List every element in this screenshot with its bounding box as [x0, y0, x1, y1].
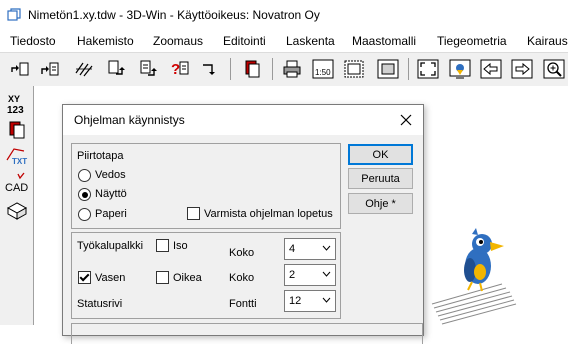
toolbar-separator	[408, 58, 409, 80]
window-title: Nimetön1.xy.tdw - 3D-Win - Käyttöoikeus:…	[28, 8, 320, 22]
help-icon[interactable]: ?	[168, 57, 192, 81]
tyokalupalkki-label: Työkalupalkki	[77, 240, 144, 252]
radio-vedos-label: Vedos	[95, 169, 126, 181]
statusrivi-label: Statusrivi	[77, 298, 123, 310]
menu-kairaus[interactable]: Kairaus	[527, 34, 568, 48]
toolbar-separator	[272, 58, 273, 80]
save-icon[interactable]	[104, 57, 128, 81]
svg-text:CAD: CAD	[5, 182, 28, 194]
chevron-down-icon	[322, 245, 331, 251]
koko-select[interactable]: 4	[284, 238, 336, 260]
text-icon[interactable]: TXT	[4, 144, 30, 168]
tyokalupalkki-group: Työkalupalkki Iso Koko 4 Vasen Oikea Kok…	[71, 232, 341, 319]
piirtotapa-group: Piirtotapa Vedos Näyttö Paperi Varmista …	[71, 143, 341, 229]
fontti-select[interactable]: 12	[284, 290, 336, 312]
toolbar: ? 1:50	[0, 52, 568, 87]
open-icon[interactable]	[8, 57, 32, 81]
export-icon[interactable]	[198, 57, 222, 81]
box-icon[interactable]	[4, 198, 30, 222]
chevron-down-icon	[322, 271, 331, 277]
arrow-left-icon[interactable]	[479, 57, 503, 81]
startup-dialog: Ohjelman käynnistys Piirtotapa Vedos Näy…	[62, 104, 424, 344]
toolbar-separator	[230, 58, 231, 80]
menu-zoomaus[interactable]: Zoomaus	[153, 34, 203, 48]
svg-text:TXT: TXT	[12, 157, 27, 166]
close-icon[interactable]	[397, 111, 415, 129]
zoom-extents-icon[interactable]	[416, 57, 440, 81]
iso-label: Iso	[173, 240, 188, 252]
radio-paperi[interactable]	[78, 208, 91, 221]
menu-laskenta[interactable]: Laskenta	[286, 34, 335, 48]
dialog-title-bar: Ohjelman käynnistys	[63, 105, 423, 135]
iso-checkbox[interactable]	[156, 239, 169, 252]
left-toolbar: XY 123 TXT CAD	[0, 86, 34, 325]
radio-paperi-label: Paperi	[95, 208, 127, 220]
next-group	[71, 323, 423, 344]
ohje-button[interactable]: Ohje *	[348, 193, 413, 214]
fontti-label: Fontti	[229, 298, 257, 310]
peruuta-button[interactable]: Peruuta	[348, 168, 413, 189]
koko-label: Koko	[229, 247, 255, 259]
app-icon	[7, 8, 21, 21]
scale-icon[interactable]: 1:50	[311, 57, 335, 81]
piirtotapa-label: Piirtotapa	[77, 150, 124, 162]
print-icon[interactable]	[280, 57, 304, 81]
vasen-label: Vasen	[95, 272, 126, 284]
copy-icon[interactable]	[4, 118, 30, 142]
radio-vedos[interactable]	[78, 169, 91, 182]
coordinates-icon[interactable]: XY 123	[4, 92, 30, 116]
radio-naytto-label: Näyttö	[95, 188, 127, 200]
svg-text:?: ?	[171, 61, 180, 78]
area-icon[interactable]	[376, 57, 400, 81]
ok-button[interactable]: OK	[348, 144, 413, 165]
menu-tiegeometria[interactable]: Tiegeometria	[437, 34, 507, 48]
menu-tiedosto[interactable]: Tiedosto	[10, 34, 56, 48]
menu-maastomalli[interactable]: Maastomalli	[352, 34, 416, 48]
zoom-in-icon[interactable]	[542, 57, 566, 81]
svg-text:XY: XY	[8, 94, 20, 104]
open-file-icon[interactable]	[38, 57, 62, 81]
cad-icon[interactable]: CAD	[4, 171, 30, 195]
vasen-checkbox[interactable]	[78, 271, 91, 284]
title-bar: Nimetön1.xy.tdw - 3D-Win - Käyttöoikeus:…	[0, 0, 568, 30]
mascot-logo-icon	[431, 228, 517, 325]
dialog-title: Ohjelman käynnistys	[74, 113, 185, 127]
menu-editointi[interactable]: Editointi	[223, 34, 266, 48]
import-icon[interactable]	[72, 57, 96, 81]
koko-select[interactable]: 2	[284, 264, 336, 286]
oikea-label: Oikea	[173, 272, 202, 284]
area-icon[interactable]	[342, 57, 366, 81]
view-icon[interactable]	[448, 57, 472, 81]
koko-label: Koko	[229, 272, 255, 284]
radio-naytto[interactable]	[78, 188, 91, 201]
menu-bar: Tiedosto Hakemisto Zoomaus Editointi Las…	[0, 30, 568, 52]
varmista-checkbox[interactable]	[187, 207, 200, 220]
chevron-down-icon	[322, 297, 331, 303]
varmista-label: Varmista ohjelman lopetus	[204, 208, 333, 220]
arrow-right-icon[interactable]	[510, 57, 534, 81]
oikea-checkbox[interactable]	[156, 271, 169, 284]
save-as-icon[interactable]	[136, 57, 160, 81]
menu-hakemisto[interactable]: Hakemisto	[77, 34, 134, 48]
copy-icon[interactable]	[240, 57, 264, 81]
svg-text:1:50: 1:50	[315, 68, 331, 77]
svg-text:123: 123	[7, 105, 24, 116]
